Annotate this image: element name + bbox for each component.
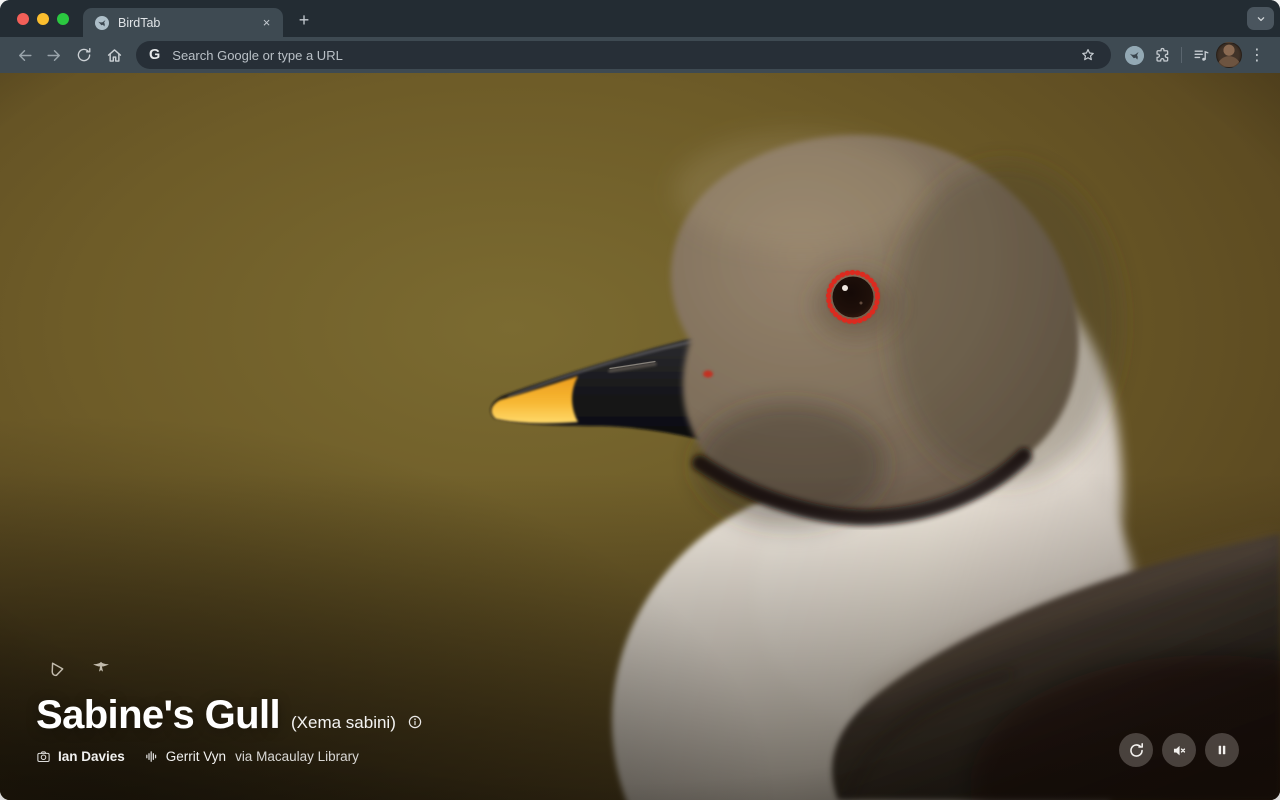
browser-menu-button[interactable]: ⋮: [1244, 41, 1270, 69]
tab-title: BirdTab: [118, 16, 250, 30]
back-button[interactable]: [10, 41, 38, 69]
tab-strip: BirdTab × +: [0, 0, 1280, 37]
google-g-icon: G: [149, 48, 160, 63]
mute-button[interactable]: [1162, 733, 1196, 767]
pause-button[interactable]: [1205, 733, 1239, 767]
zoom-window-button[interactable]: [57, 13, 69, 25]
star-icon: [1079, 46, 1097, 64]
photographer-credit: Ian Davies: [58, 749, 125, 764]
reload-button[interactable]: [70, 41, 98, 69]
address-bar[interactable]: G: [136, 41, 1111, 69]
forward-icon: [45, 46, 64, 65]
birdtab-extension-button[interactable]: [1121, 41, 1147, 69]
home-icon: [105, 46, 124, 65]
birdtab-extension-icon: [1125, 46, 1144, 65]
media-controls-icon: [1192, 46, 1211, 65]
bird-scientific-name: (Xema sabini): [291, 713, 396, 733]
play-icon[interactable]: [46, 659, 68, 681]
bird-icon[interactable]: [89, 659, 113, 681]
waveform-icon: [144, 749, 159, 764]
toolbar-divider: [1181, 47, 1182, 63]
info-icon: [407, 714, 423, 730]
reload-icon: [75, 46, 93, 64]
refresh-button[interactable]: [1119, 733, 1153, 767]
tab-close-icon[interactable]: ×: [258, 14, 275, 31]
bird-common-name: Sabine's Gull: [36, 694, 280, 736]
birdtab-favicon: [94, 15, 110, 31]
back-icon: [15, 46, 34, 65]
address-input[interactable]: [170, 47, 1065, 64]
title-row: Sabine's Gull (Xema sabini): [36, 694, 423, 736]
extensions-puzzle-icon: [1153, 46, 1172, 65]
overlay-mini-icons: [46, 659, 423, 681]
mute-icon: [1170, 741, 1189, 760]
refresh-icon: [1127, 741, 1146, 760]
home-button[interactable]: [100, 41, 128, 69]
forward-button[interactable]: [40, 41, 68, 69]
recordist-credit: Gerrit Vyn: [166, 749, 226, 764]
traffic-lights: [0, 13, 83, 37]
info-button[interactable]: [407, 714, 423, 735]
profile-avatar[interactable]: [1216, 42, 1242, 68]
pause-icon: [1213, 741, 1231, 759]
media-controls-button[interactable]: [1188, 41, 1214, 69]
source-credit: via Macaulay Library: [235, 749, 359, 764]
new-tab-button[interactable]: +: [290, 6, 318, 34]
camera-icon: [36, 749, 51, 764]
toolbar: G ⋮: [0, 37, 1280, 73]
playback-controls: [1119, 733, 1239, 767]
credit-row: Ian Davies Gerrit Vyn via Macaulay Libra…: [36, 749, 423, 764]
birdtab-page: Sabine's Gull (Xema sabini) Ian Davies G…: [0, 73, 1280, 800]
browser-window: BirdTab × + G: [0, 0, 1280, 800]
tab-birdtab[interactable]: BirdTab ×: [83, 8, 283, 37]
bookmark-star-button[interactable]: [1075, 41, 1101, 69]
extensions-button[interactable]: [1149, 41, 1175, 69]
species-info-overlay: Sabine's Gull (Xema sabini) Ian Davies G…: [36, 659, 423, 764]
tab-search-button[interactable]: [1247, 7, 1274, 30]
chevron-down-icon: [1254, 12, 1268, 26]
kebab-menu-icon: ⋮: [1249, 45, 1265, 65]
minimize-window-button[interactable]: [37, 13, 49, 25]
close-window-button[interactable]: [17, 13, 29, 25]
